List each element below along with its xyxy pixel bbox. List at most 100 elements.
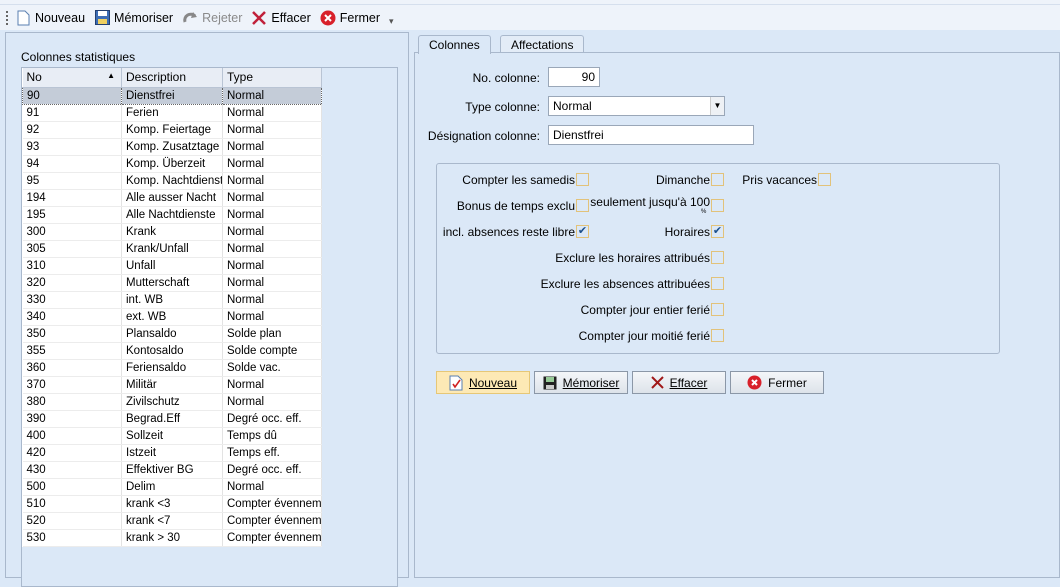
delete-button[interactable]: Effacer [632, 371, 726, 394]
table-cell: Normal [222, 291, 322, 309]
table-row[interactable]: 520 krank <7 Compter évennem. [22, 512, 322, 530]
table-row[interactable]: 95 Komp. Nachtdienst Normal [22, 172, 322, 190]
toolbar-save-button[interactable]: Mémoriser [94, 10, 173, 26]
table-row[interactable]: 320 Mutterschaft Normal [22, 274, 322, 292]
checkbox-label: Compter jour entier ferié [580, 303, 710, 317]
table-cell: Ferien [121, 104, 223, 122]
table-cell: Effektiver BG [121, 461, 223, 479]
table-cell: 90 [22, 86, 122, 105]
option-checkbox[interactable] [711, 329, 724, 342]
table-cell: Komp. Nachtdienst [121, 172, 223, 190]
toolbar-close-button[interactable]: Fermer [320, 10, 380, 26]
table-row[interactable]: 330 int. WB Normal [22, 291, 322, 309]
table-cell: Normal [222, 257, 322, 275]
close-circle-icon [747, 375, 762, 390]
new-button[interactable]: Nouveau [436, 371, 530, 394]
table-cell: Degré occ. eff. [222, 410, 322, 428]
option-checkbox[interactable] [711, 277, 724, 290]
toolbar-delete-button[interactable]: Effacer [251, 10, 311, 26]
table-cell: Normal [222, 274, 322, 292]
table-row[interactable]: 195 Alle Nachtdienste Normal [22, 206, 322, 224]
table-row[interactable]: 430 Effektiver BG Degré occ. eff. [22, 461, 322, 479]
designation-input[interactable]: Dienstfrei [548, 125, 754, 145]
table-cell: Dienstfrei [121, 86, 223, 105]
table-cell: Normal [222, 86, 322, 105]
checkbox-label: Exclure les horaires attribués [555, 251, 710, 265]
toolbar-new-button[interactable]: Nouveau [15, 10, 85, 26]
table-cell: Delim [121, 478, 223, 496]
delete-button-label: Effacer [669, 375, 708, 390]
table-row[interactable]: 91 Ferien Normal [22, 104, 322, 122]
table-row[interactable]: 390 Begrad.Eff Degré occ. eff. [22, 410, 322, 428]
table-cell: Normal [222, 104, 322, 122]
table-row[interactable]: 194 Alle ausser Nacht Normal [22, 189, 322, 207]
toolbar: Nouveau Mémoriser Rejeter Effacer Fermer… [0, 5, 1060, 30]
table-cell: Alle ausser Nacht [121, 189, 223, 207]
option-checkbox[interactable]: ✔ [711, 225, 724, 238]
table-cell: 360 [22, 359, 122, 377]
new-document-icon [449, 375, 463, 391]
table-row[interactable]: 93 Komp. Zusatztage Normal [22, 138, 322, 156]
table-row[interactable]: 360 Feriensaldo Solde vac. [22, 359, 322, 377]
chevron-down-icon[interactable]: ▼ [710, 97, 724, 115]
close-button[interactable]: Fermer [730, 371, 824, 394]
table-row[interactable]: 370 Militär Normal [22, 376, 322, 394]
option-checkbox[interactable] [576, 199, 589, 212]
option-checkbox[interactable] [711, 251, 724, 264]
delete-x-icon [251, 10, 267, 26]
option-checkbox[interactable] [818, 173, 831, 186]
table-cell: Normal [222, 172, 322, 190]
toolbar-delete-label: Effacer [271, 10, 311, 25]
table-row[interactable]: 400 Sollzeit Temps dû [22, 427, 322, 445]
table-cell: Compter évennem. [222, 495, 322, 513]
no-colonne-label: No. colonne: [472, 71, 540, 85]
table-cell: Begrad.Eff [121, 410, 223, 428]
table-cell: Normal [222, 478, 322, 496]
table-row[interactable]: 500 Delim Normal [22, 478, 322, 496]
table-row[interactable]: 340 ext. WB Normal [22, 308, 322, 326]
save-icon [94, 10, 110, 26]
table-row[interactable]: 305 Krank/Unfall Normal [22, 240, 322, 258]
toolbar-overflow-icon[interactable]: ▾ [389, 16, 394, 27]
table-cell: 355 [22, 342, 122, 360]
table-cell: 330 [22, 291, 122, 309]
option-checkbox[interactable] [711, 199, 724, 212]
tab-colonnes[interactable]: Colonnes [418, 35, 491, 54]
option-checkbox[interactable] [711, 173, 724, 186]
table-row[interactable]: 94 Komp. Überzeit Normal [22, 155, 322, 173]
table-row[interactable]: 380 Zivilschutz Normal [22, 393, 322, 411]
tab-label: Affectations [511, 37, 574, 52]
table-cell: Normal [222, 206, 322, 224]
toolbar-reject-button[interactable]: Rejeter [182, 10, 242, 26]
table-row[interactable]: 355 Kontosaldo Solde compte [22, 342, 322, 360]
table-row[interactable]: 420 Istzeit Temps eff. [22, 444, 322, 462]
table-cell: krank <7 [121, 512, 223, 530]
column-header-type[interactable]: Type [222, 68, 322, 88]
no-colonne-input[interactable]: 90 [548, 67, 600, 87]
table-cell: Compter évennem. [222, 529, 322, 547]
checkbox-label: Pris vacances [742, 173, 817, 187]
tab-affectations[interactable]: Affectations [500, 35, 585, 53]
option-checkbox[interactable] [576, 173, 589, 186]
toolbar-grip[interactable] [6, 10, 9, 25]
table-row[interactable]: 350 Plansaldo Solde plan [22, 325, 322, 343]
table-cell: Komp. Überzeit [121, 155, 223, 173]
table-cell: Unfall [121, 257, 223, 275]
column-header-description[interactable]: Description [121, 68, 223, 88]
option-checkbox[interactable] [711, 303, 724, 316]
save-button[interactable]: Mémoriser [534, 371, 628, 394]
table-row[interactable]: 310 Unfall Normal [22, 257, 322, 275]
table-row[interactable]: 530 krank > 30 Compter évennem. [22, 529, 322, 547]
type-colonne-select[interactable]: Normal ▼ [548, 96, 725, 116]
table-row[interactable]: 90 Dienstfrei Normal [22, 86, 322, 105]
table-row[interactable]: 92 Komp. Feiertage Normal [22, 121, 322, 139]
column-header-no[interactable]: No ▲ [22, 68, 122, 88]
table-row[interactable]: 300 Krank Normal [22, 223, 322, 241]
table-row[interactable]: 510 krank <3 Compter évennem. [22, 495, 322, 513]
table-cell: Temps dû [222, 427, 322, 445]
table-cell: Normal [222, 240, 322, 258]
table-cell: 310 [22, 257, 122, 275]
table-cell: krank <3 [121, 495, 223, 513]
table-cell: 194 [22, 189, 122, 207]
option-checkbox[interactable]: ✔ [576, 225, 589, 238]
